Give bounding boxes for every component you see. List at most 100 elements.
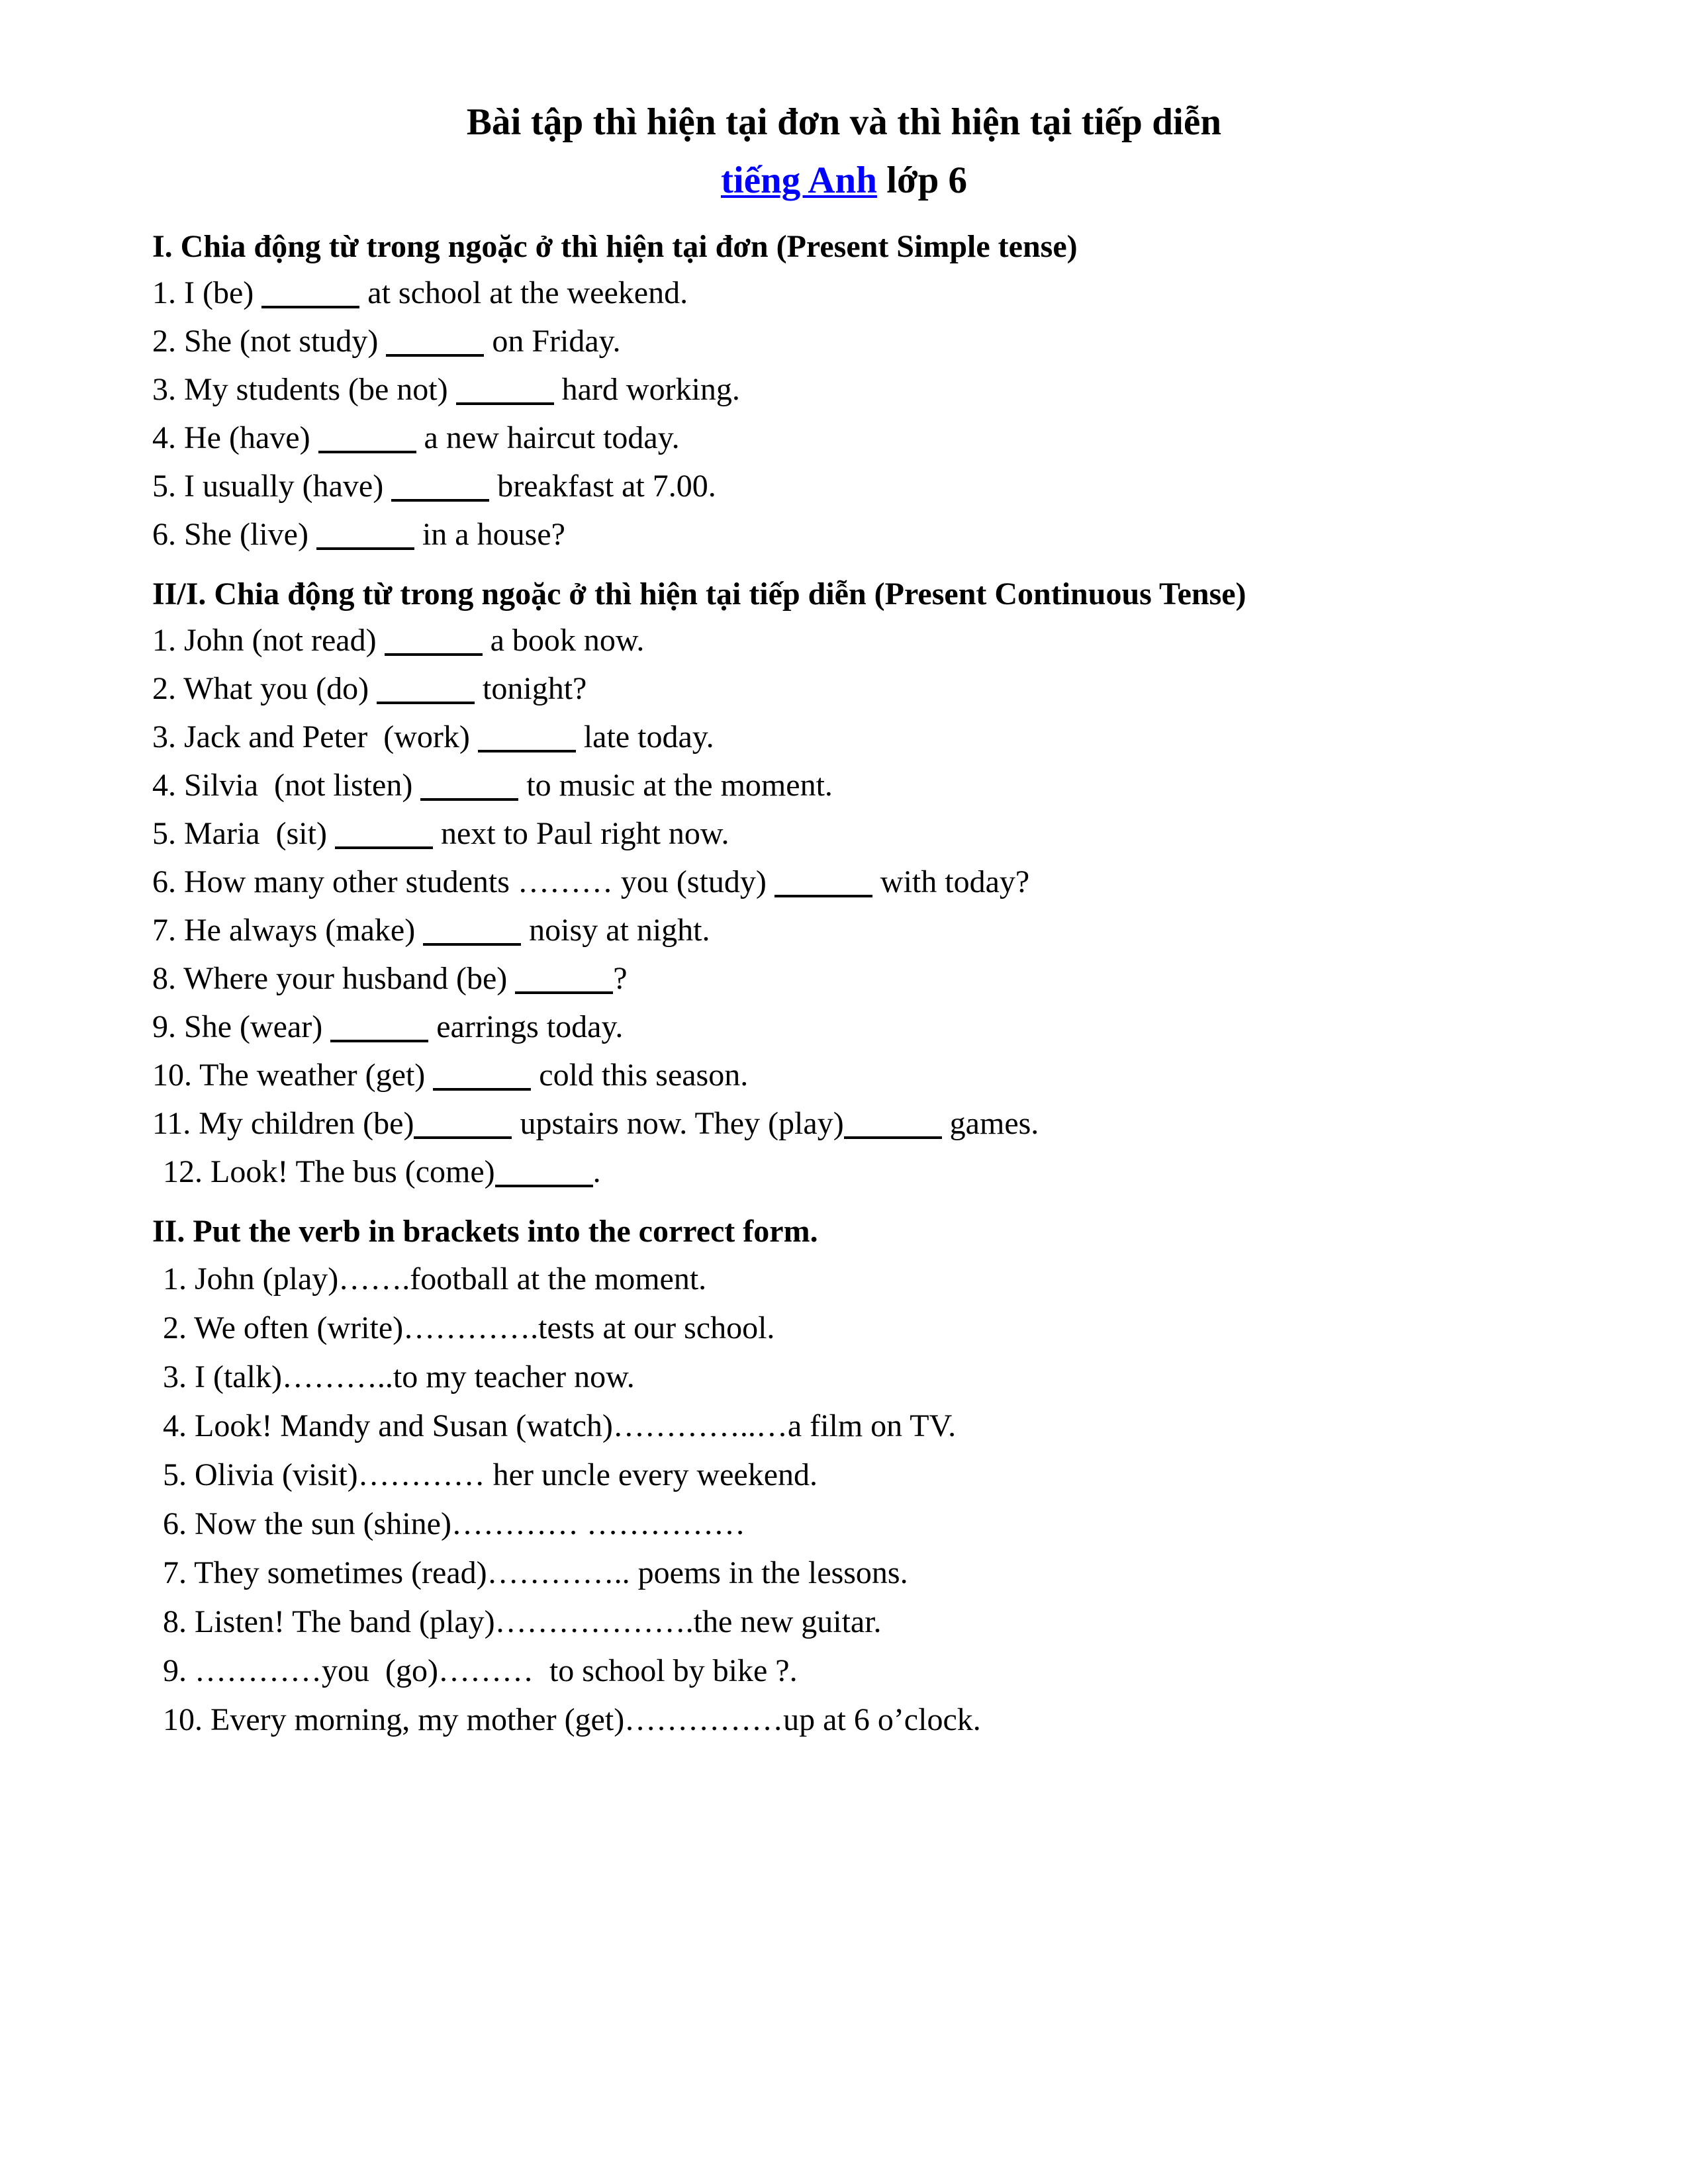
question-item: 6. Now the sun (shine)………… …………… [163, 1506, 745, 1542]
question-item: 8. Listen! The band (play)……………….the new… [163, 1604, 882, 1640]
answer-blank[interactable] [330, 1017, 429, 1043]
question-item: 11. My children (be) upstairs now. They … [152, 1108, 1536, 1140]
question-text-before: I usually (have) [176, 469, 392, 504]
section-present-continuous: II/I. Chia động từ trong ngoặc ở thì hiệ… [152, 578, 1536, 1188]
answer-blank-second[interactable] [843, 1114, 942, 1140]
question-text-after: earrings today. [428, 1009, 624, 1045]
question-text-before: My students (be not) [176, 372, 456, 408]
answer-blank[interactable] [384, 631, 483, 657]
question-number: 1. [152, 623, 176, 659]
answer-blank[interactable] [515, 969, 614, 995]
answer-blank[interactable] [433, 1066, 532, 1091]
question-text-after: with today? [872, 864, 1030, 900]
question-item: 5. Maria (sit) next to Paul right now. [152, 818, 1536, 850]
question-item: 4. Look! Mandy and Susan (watch)…………..…a… [163, 1408, 957, 1444]
question-item: 10. The weather (get) cold this season. [152, 1060, 1536, 1091]
question-item: 5. Olivia (visit)………… her uncle every we… [163, 1457, 818, 1493]
question-number: 6. [152, 864, 176, 900]
question-text-after: next to Paul right now. [432, 816, 729, 852]
question-text-after: to music at the moment. [518, 768, 833, 803]
answer-blank[interactable] [414, 1114, 512, 1140]
page-subtitle: tiếng Anh lớp 6 [152, 158, 1536, 204]
question-item: 1. John (play)…….football at the moment. [163, 1261, 707, 1297]
question-number: 11. [152, 1106, 191, 1142]
question-number: 5. [152, 816, 176, 852]
question-number: 5. [152, 469, 176, 504]
question-text-after: ? [613, 961, 628, 997]
question-text-before: She (wear) [176, 1009, 331, 1045]
question-item: 10. Every morning, my mother (get)……………u… [163, 1702, 981, 1738]
section-heading-1: I. Chia động từ trong ngoặc ở thì hiện t… [152, 229, 1078, 265]
question-text-after: on Friday. [484, 324, 621, 359]
section-heading-2: II/I. Chia động từ trong ngoặc ở thì hiệ… [152, 576, 1246, 612]
question-text-after: hard working. [553, 372, 740, 408]
question-text-after: a new haircut today. [416, 420, 680, 456]
question-text-before: She (not study) [176, 324, 387, 359]
question-text-before: John (not read) [176, 623, 385, 659]
answer-blank[interactable] [774, 872, 872, 898]
question-item: 9. …………you (go)……… to school by bike ?. [163, 1653, 798, 1689]
page-title: Bài tập thì hiện tại đơn và thì hiện tại… [466, 101, 1222, 143]
section-heading-3: II. Put the verb in brackets into the co… [152, 1214, 818, 1250]
question-text-after: cold this season. [531, 1058, 749, 1093]
question-number: 4. [152, 420, 176, 456]
question-list-2: 1. John (not read) a book now. 2. What y… [152, 625, 1536, 1188]
question-item: 2. We often (write)………….tests at our sch… [163, 1310, 775, 1346]
question-text-before: Silvia (not listen) [176, 768, 421, 803]
answer-blank[interactable] [477, 727, 576, 753]
question-number: 9. [152, 1009, 176, 1045]
question-number: 10. [152, 1058, 192, 1093]
question-text-after: noisy at night. [521, 913, 710, 948]
question-item: 12. Look! The bus (come). [152, 1156, 1536, 1188]
answer-blank[interactable] [423, 921, 522, 946]
question-text-before: He always (make) [176, 913, 424, 948]
question-number: 6. [152, 517, 176, 553]
question-item: 7. They sometimes (read)………….. poems in … [163, 1555, 908, 1591]
answer-blank[interactable] [386, 332, 485, 357]
section-present-simple: I. Chia động từ trong ngoặc ở thì hiện t… [152, 231, 1536, 551]
question-text-after: tonight? [475, 671, 587, 707]
question-number: 2. [152, 324, 176, 359]
answer-blank[interactable] [316, 525, 414, 551]
question-text-before: What you (do) [176, 671, 377, 707]
question-number: 3. [152, 719, 176, 755]
question-item: 4. Silvia (not listen) to music at the m… [152, 770, 1536, 801]
question-text-after: in a house? [414, 517, 565, 553]
tieng-anh-link[interactable]: tiếng Anh [721, 159, 877, 201]
question-item: 1. I (be) at school at the weekend. [152, 277, 1536, 309]
question-text-before: He (have) [176, 420, 318, 456]
question-text-after: a book now. [482, 623, 645, 659]
answer-blank[interactable] [261, 283, 360, 309]
answer-blank[interactable] [334, 824, 433, 850]
document-page: Bài tập thì hiện tại đơn và thì hiện tại… [0, 0, 1688, 2184]
question-text-after: at school at the weekend. [359, 275, 688, 311]
question-text-after: . [592, 1154, 601, 1190]
question-text-before: Where your husband (be) [176, 961, 516, 997]
question-item: 8. Where your husband (be) ? [152, 963, 1536, 995]
question-item: 9. She (wear) earrings today. [152, 1011, 1536, 1043]
question-item: 3. Jack and Peter (work) late today. [152, 721, 1536, 753]
answer-blank[interactable] [455, 380, 554, 406]
page-subtitle-rest: lớp 6 [876, 159, 968, 201]
question-item: 6. She (live) in a house? [152, 519, 1536, 551]
question-text-before: My children (be) [191, 1106, 414, 1142]
question-number: 2. [152, 671, 176, 707]
question-number: 12. [163, 1154, 203, 1190]
answer-blank[interactable] [420, 776, 519, 801]
question-text-before: Jack and Peter (work) [176, 719, 478, 755]
question-number: 4. [152, 768, 176, 803]
question-item: 7. He always (make) noisy at night. [152, 915, 1536, 946]
question-item: 6. How many other students ……… you (stud… [152, 866, 1536, 898]
question-item: 3. My students (be not) hard working. [152, 374, 1536, 406]
answer-blank[interactable] [494, 1162, 593, 1188]
answer-blank[interactable] [377, 679, 475, 705]
question-text-after: upstairs now. They (play) [512, 1106, 844, 1142]
answer-blank[interactable] [318, 428, 416, 454]
question-item: 4. He (have) a new haircut today. [152, 422, 1536, 454]
question-text-before: Look! The bus (come) [203, 1154, 495, 1190]
question-text-after-2: games. [941, 1106, 1039, 1142]
answer-blank[interactable] [391, 477, 490, 502]
question-text-before: She (live) [176, 517, 316, 553]
question-item: 1. John (not read) a book now. [152, 625, 1536, 657]
question-list-1: 1. I (be) at school at the weekend. 2. S… [152, 277, 1536, 551]
